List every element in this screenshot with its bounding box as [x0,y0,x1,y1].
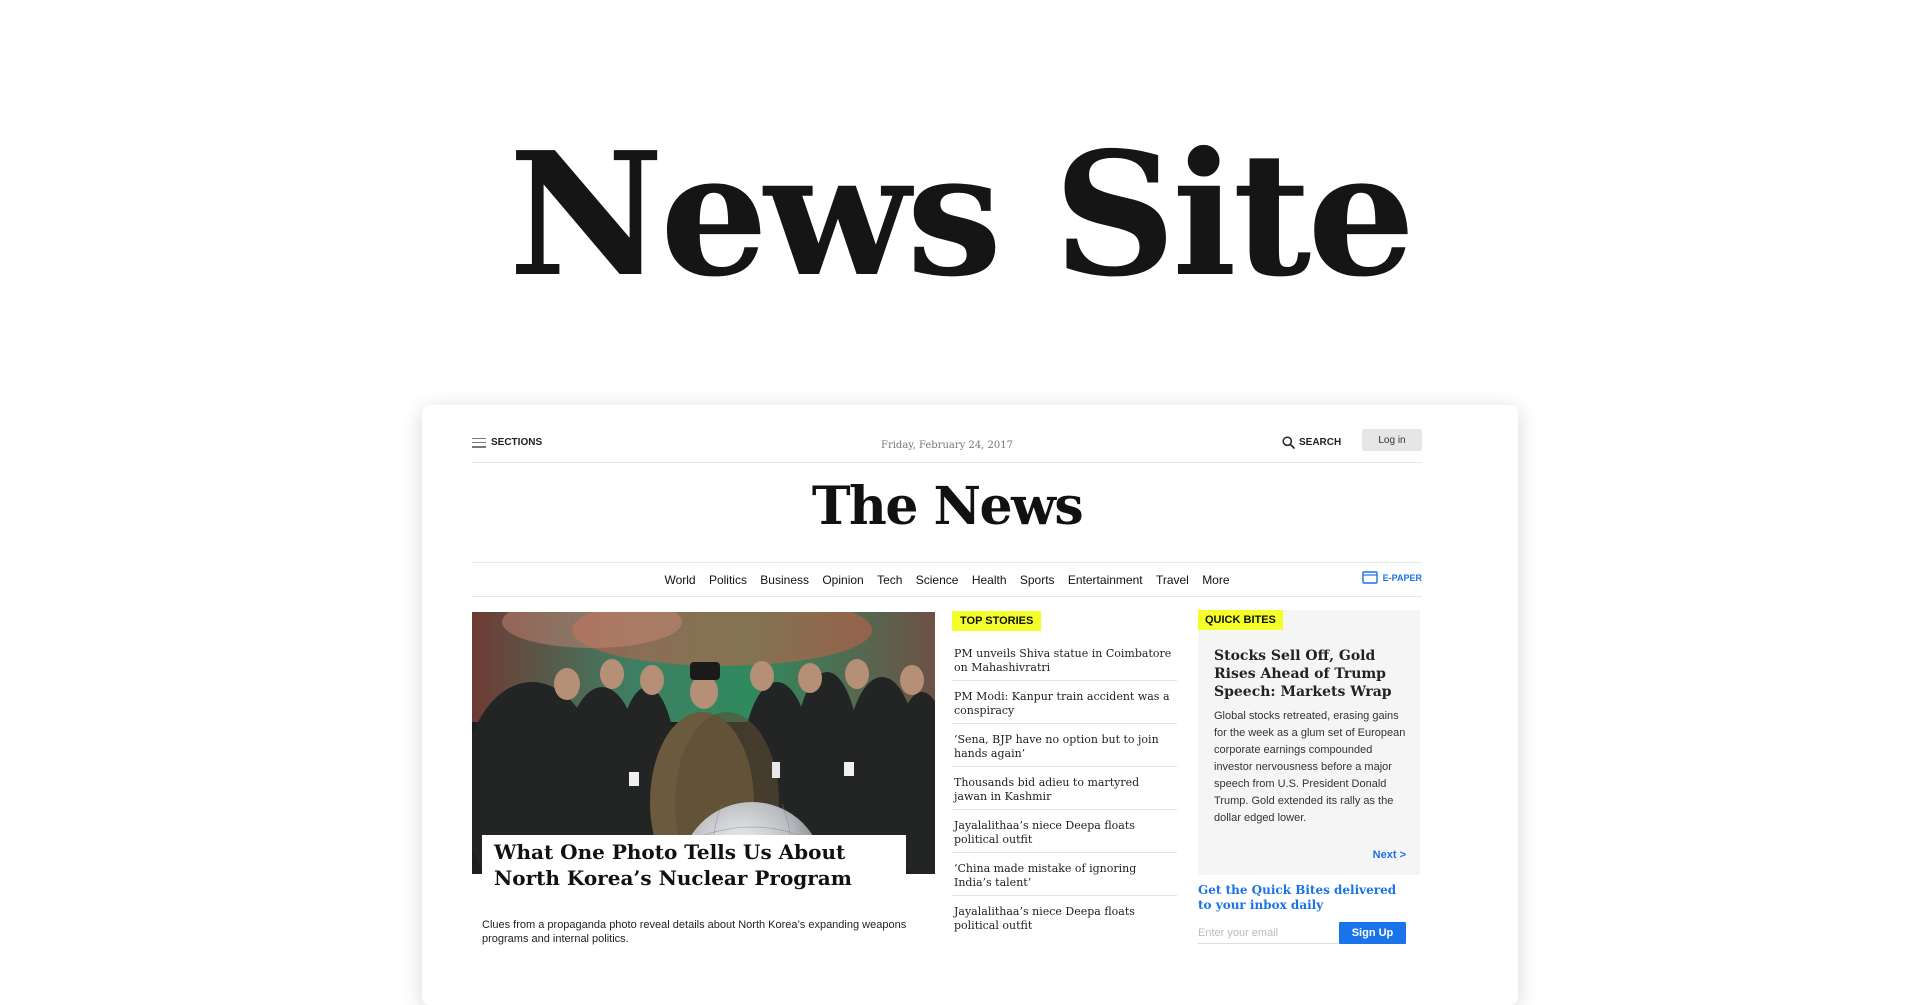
nav-item-world[interactable]: World [664,573,695,587]
nav-item-politics[interactable]: Politics [709,573,747,587]
nav-item-science[interactable]: Science [916,573,959,587]
nav-items: World Politics Business Opinion Tech Sci… [472,573,1422,587]
nav-item-travel[interactable]: Travel [1156,573,1189,587]
current-date: Friday, February 24, 2017 [881,440,1013,451]
nav-divider-top [472,562,1422,563]
lead-story-summary: Clues from a propaganda photo reveal det… [482,919,907,945]
top-story-item[interactable]: ‘China made mistake of ignoring India’s … [952,860,1177,896]
quick-bites-panel: QUICK BITES Stocks Sell Off, Gold Rises … [1198,610,1420,875]
newsletter-signup-button[interactable]: Sign Up [1339,922,1406,944]
nav-item-tech[interactable]: Tech [877,573,902,587]
quick-bites-body: Global stocks retreated, erasing gains f… [1214,710,1406,824]
top-bar: SECTIONS Friday, February 24, 2017 SEARC… [472,428,1422,463]
epaper-label: E-PAPER [1382,572,1422,583]
top-story-item[interactable]: ‘Sena, BJP have no option but to join ha… [952,731,1177,767]
epaper-link[interactable]: E-PAPER [1361,571,1422,584]
newspaper-icon [1361,571,1378,584]
nav-divider-bottom [472,596,1422,597]
main-nav: World Politics Business Opinion Tech Sci… [472,568,1422,592]
top-stories-list: PM unveils Shiva statue in Coimbatore on… [952,645,1177,945]
nav-item-sports[interactable]: Sports [1020,573,1055,587]
quick-bites-headline[interactable]: Stocks Sell Off, Gold Rises Ahead of Tru… [1214,647,1409,701]
nav-item-more[interactable]: More [1202,573,1229,587]
search-label: SEARCH [1299,437,1342,448]
login-button[interactable]: Log in [1362,429,1422,451]
nav-item-opinion[interactable]: Opinion [822,573,863,587]
top-story-item[interactable]: Jayalalithaa’s niece Deepa floats politi… [952,903,1177,938]
search-icon [1282,436,1295,449]
top-story-item[interactable]: Thousands bid adieu to martyred jawan in… [952,774,1177,810]
hero-title: News Site [508,115,1416,315]
nav-item-business[interactable]: Business [760,573,809,587]
top-story-item[interactable]: PM unveils Shiva statue in Coimbatore on… [952,645,1177,681]
search-button[interactable]: SEARCH [1282,436,1341,449]
top-story-item[interactable]: PM Modi: Kanpur train accident was a con… [952,688,1177,724]
newsletter-email-input[interactable] [1198,923,1348,944]
news-site-preview-card: SECTIONS Friday, February 24, 2017 SEARC… [422,405,1518,1005]
quick-bites-next-link[interactable]: Next > [1373,849,1406,861]
lead-story-headline[interactable]: What One Photo Tells Us About North Kore… [482,835,906,897]
quick-bites-label: QUICK BITES [1198,610,1283,630]
nav-item-health[interactable]: Health [972,573,1007,587]
top-stories-label: TOP STORIES [952,611,1042,631]
masthead-logo[interactable]: The News [472,475,1422,539]
nav-item-entertainment[interactable]: Entertainment [1068,573,1143,587]
newsletter-heading: Get the Quick Bites delivered to your in… [1198,883,1397,912]
top-story-item[interactable]: Jayalalithaa’s niece Deepa floats politi… [952,817,1177,853]
